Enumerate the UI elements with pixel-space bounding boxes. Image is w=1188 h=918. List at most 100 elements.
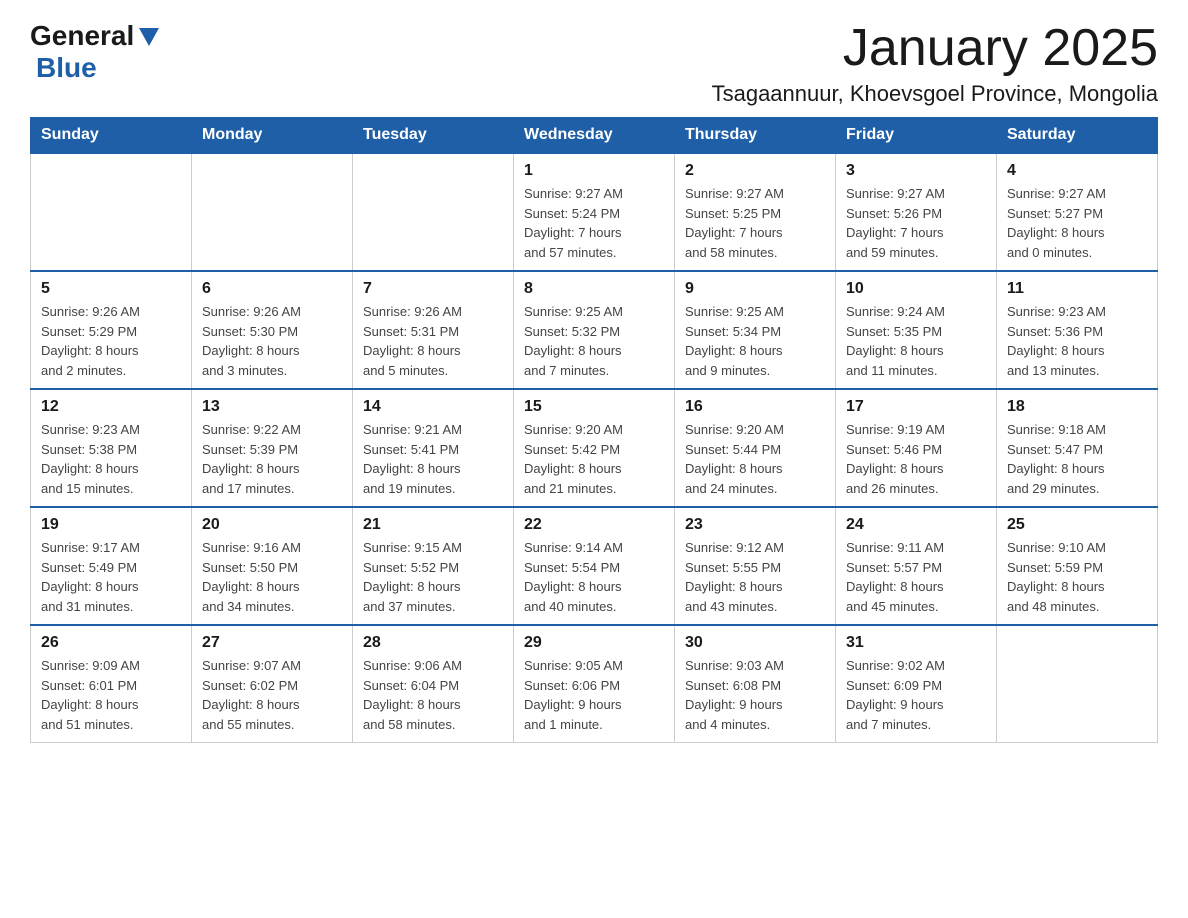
calendar-week-row: 5 Sunrise: 9:26 AMSunset: 5:29 PMDaylight… (31, 271, 1158, 389)
calendar-cell: 10Sunrise: 9:24 AMSunset: 5:35 PMDayligh… (836, 271, 997, 389)
calendar-cell: 5 Sunrise: 9:26 AMSunset: 5:29 PMDaylight… (31, 271, 192, 389)
day-info: Sunrise: 9:26 AMSunset: 5:31 PMDaylight:… (363, 302, 503, 380)
day-info: Sunrise: 9:15 AMSunset: 5:52 PMDaylight:… (363, 538, 503, 616)
day-number: 14 (363, 398, 503, 416)
calendar-cell: 9 Sunrise: 9:25 AMSunset: 5:34 PMDaylight… (675, 271, 836, 389)
day-number: 17 (846, 398, 986, 416)
calendar-cell (192, 153, 353, 271)
logo-general: General (30, 20, 134, 52)
calendar-header-tuesday: Tuesday (353, 118, 514, 154)
calendar-cell: 23 Sunrise: 9:12 AMSunset: 5:55 PMDayligh… (675, 507, 836, 625)
day-info: Sunrise: 9:11 AMSunset: 5:57 PMDaylight:… (846, 538, 986, 616)
day-info: Sunrise: 9:27 AMSunset: 5:25 PMDaylight:… (685, 184, 825, 262)
calendar-header-wednesday: Wednesday (514, 118, 675, 154)
day-number: 24 (846, 516, 986, 534)
day-info: Sunrise: 9:25 AMSunset: 5:34 PMDaylight:… (685, 302, 825, 380)
day-info: Sunrise: 9:26 AMSunset: 5:30 PMDaylight:… (202, 302, 342, 380)
day-info: Sunrise: 9:12 AMSunset: 5:55 PMDaylight:… (685, 538, 825, 616)
day-info: Sunrise: 9:06 AMSunset: 6:04 PMDaylight:… (363, 656, 503, 734)
day-info: Sunrise: 9:27 AMSunset: 5:24 PMDaylight:… (524, 184, 664, 262)
calendar-cell: 8Sunrise: 9:25 AMSunset: 5:32 PMDaylight… (514, 271, 675, 389)
calendar-cell: 6 Sunrise: 9:26 AMSunset: 5:30 PMDaylight… (192, 271, 353, 389)
day-info: Sunrise: 9:03 AMSunset: 6:08 PMDaylight:… (685, 656, 825, 734)
day-info: Sunrise: 9:16 AMSunset: 5:50 PMDaylight:… (202, 538, 342, 616)
logo-triangle-icon (139, 28, 159, 46)
logo-blue: Blue (36, 52, 97, 84)
day-info: Sunrise: 9:25 AMSunset: 5:32 PMDaylight:… (524, 302, 664, 380)
calendar-cell (997, 625, 1158, 743)
day-number: 30 (685, 634, 825, 652)
day-info: Sunrise: 9:05 AMSunset: 6:06 PMDaylight:… (524, 656, 664, 734)
calendar-cell: 26Sunrise: 9:09 AMSunset: 6:01 PMDayligh… (31, 625, 192, 743)
calendar-cell: 24 Sunrise: 9:11 AMSunset: 5:57 PMDayligh… (836, 507, 997, 625)
calendar-header-thursday: Thursday (675, 118, 836, 154)
title-block: January 2025 Tsagaannuur, Khoevsgoel Pro… (712, 20, 1158, 107)
calendar-cell: 7 Sunrise: 9:26 AMSunset: 5:31 PMDaylight… (353, 271, 514, 389)
day-info: Sunrise: 9:09 AMSunset: 6:01 PMDaylight:… (41, 656, 181, 734)
calendar-week-row: 19Sunrise: 9:17 AMSunset: 5:49 PMDayligh… (31, 507, 1158, 625)
calendar-cell: 30 Sunrise: 9:03 AMSunset: 6:08 PMDayligh… (675, 625, 836, 743)
calendar-cell: 2 Sunrise: 9:27 AMSunset: 5:25 PMDaylight… (675, 153, 836, 271)
calendar-cell: 11 Sunrise: 9:23 AMSunset: 5:36 PMDayligh… (997, 271, 1158, 389)
day-number: 12 (41, 398, 181, 416)
calendar-week-row: 12 Sunrise: 9:23 AMSunset: 5:38 PMDayligh… (31, 389, 1158, 507)
day-info: Sunrise: 9:02 AMSunset: 6:09 PMDaylight:… (846, 656, 986, 734)
day-number: 3 (846, 162, 986, 180)
day-number: 15 (524, 398, 664, 416)
day-info: Sunrise: 9:26 AMSunset: 5:29 PMDaylight:… (41, 302, 181, 380)
calendar-header-monday: Monday (192, 118, 353, 154)
day-info: Sunrise: 9:21 AMSunset: 5:41 PMDaylight:… (363, 420, 503, 498)
calendar-cell: 4 Sunrise: 9:27 AMSunset: 5:27 PMDaylight… (997, 153, 1158, 271)
calendar-cell: 28 Sunrise: 9:06 AMSunset: 6:04 PMDayligh… (353, 625, 514, 743)
day-number: 2 (685, 162, 825, 180)
calendar-cell: 27Sunrise: 9:07 AMSunset: 6:02 PMDayligh… (192, 625, 353, 743)
day-number: 9 (685, 280, 825, 298)
day-number: 4 (1007, 162, 1147, 180)
day-number: 21 (363, 516, 503, 534)
calendar-cell: 15 Sunrise: 9:20 AMSunset: 5:42 PMDayligh… (514, 389, 675, 507)
calendar-cell: 12 Sunrise: 9:23 AMSunset: 5:38 PMDayligh… (31, 389, 192, 507)
page-header: General Blue January 2025 Tsagaannuur, K… (30, 20, 1158, 107)
calendar-week-row: 1 Sunrise: 9:27 AMSunset: 5:24 PMDaylight… (31, 153, 1158, 271)
day-number: 7 (363, 280, 503, 298)
day-number: 25 (1007, 516, 1147, 534)
day-number: 31 (846, 634, 986, 652)
calendar-cell: 18 Sunrise: 9:18 AMSunset: 5:47 PMDayligh… (997, 389, 1158, 507)
calendar-cell: 25 Sunrise: 9:10 AMSunset: 5:59 PMDayligh… (997, 507, 1158, 625)
day-number: 11 (1007, 280, 1147, 298)
day-info: Sunrise: 9:23 AMSunset: 5:38 PMDaylight:… (41, 420, 181, 498)
day-number: 20 (202, 516, 342, 534)
day-info: Sunrise: 9:18 AMSunset: 5:47 PMDaylight:… (1007, 420, 1147, 498)
day-info: Sunrise: 9:27 AMSunset: 5:26 PMDaylight:… (846, 184, 986, 262)
day-number: 18 (1007, 398, 1147, 416)
day-number: 29 (524, 634, 664, 652)
day-info: Sunrise: 9:23 AMSunset: 5:36 PMDaylight:… (1007, 302, 1147, 380)
day-number: 5 (41, 280, 181, 298)
day-number: 6 (202, 280, 342, 298)
calendar-cell: 21 Sunrise: 9:15 AMSunset: 5:52 PMDayligh… (353, 507, 514, 625)
day-number: 1 (524, 162, 664, 180)
logo: General Blue (30, 20, 159, 84)
day-info: Sunrise: 9:27 AMSunset: 5:27 PMDaylight:… (1007, 184, 1147, 262)
calendar-cell: 29 Sunrise: 9:05 AMSunset: 6:06 PMDayligh… (514, 625, 675, 743)
day-number: 16 (685, 398, 825, 416)
calendar-header-friday: Friday (836, 118, 997, 154)
calendar-header-row: SundayMondayTuesdayWednesdayThursdayFrid… (31, 118, 1158, 154)
day-info: Sunrise: 9:20 AMSunset: 5:44 PMDaylight:… (685, 420, 825, 498)
calendar-cell: 31 Sunrise: 9:02 AMSunset: 6:09 PMDayligh… (836, 625, 997, 743)
calendar-cell: 22Sunrise: 9:14 AMSunset: 5:54 PMDayligh… (514, 507, 675, 625)
logo-text: General (30, 20, 159, 52)
calendar-table: SundayMondayTuesdayWednesdayThursdayFrid… (30, 117, 1158, 743)
calendar-cell: 20 Sunrise: 9:16 AMSunset: 5:50 PMDayligh… (192, 507, 353, 625)
day-number: 19 (41, 516, 181, 534)
day-number: 23 (685, 516, 825, 534)
day-number: 10 (846, 280, 986, 298)
day-info: Sunrise: 9:10 AMSunset: 5:59 PMDaylight:… (1007, 538, 1147, 616)
month-title: January 2025 (712, 20, 1158, 77)
calendar-cell (31, 153, 192, 271)
day-info: Sunrise: 9:20 AMSunset: 5:42 PMDaylight:… (524, 420, 664, 498)
day-info: Sunrise: 9:19 AMSunset: 5:46 PMDaylight:… (846, 420, 986, 498)
day-number: 13 (202, 398, 342, 416)
day-number: 28 (363, 634, 503, 652)
calendar-cell: 19Sunrise: 9:17 AMSunset: 5:49 PMDayligh… (31, 507, 192, 625)
